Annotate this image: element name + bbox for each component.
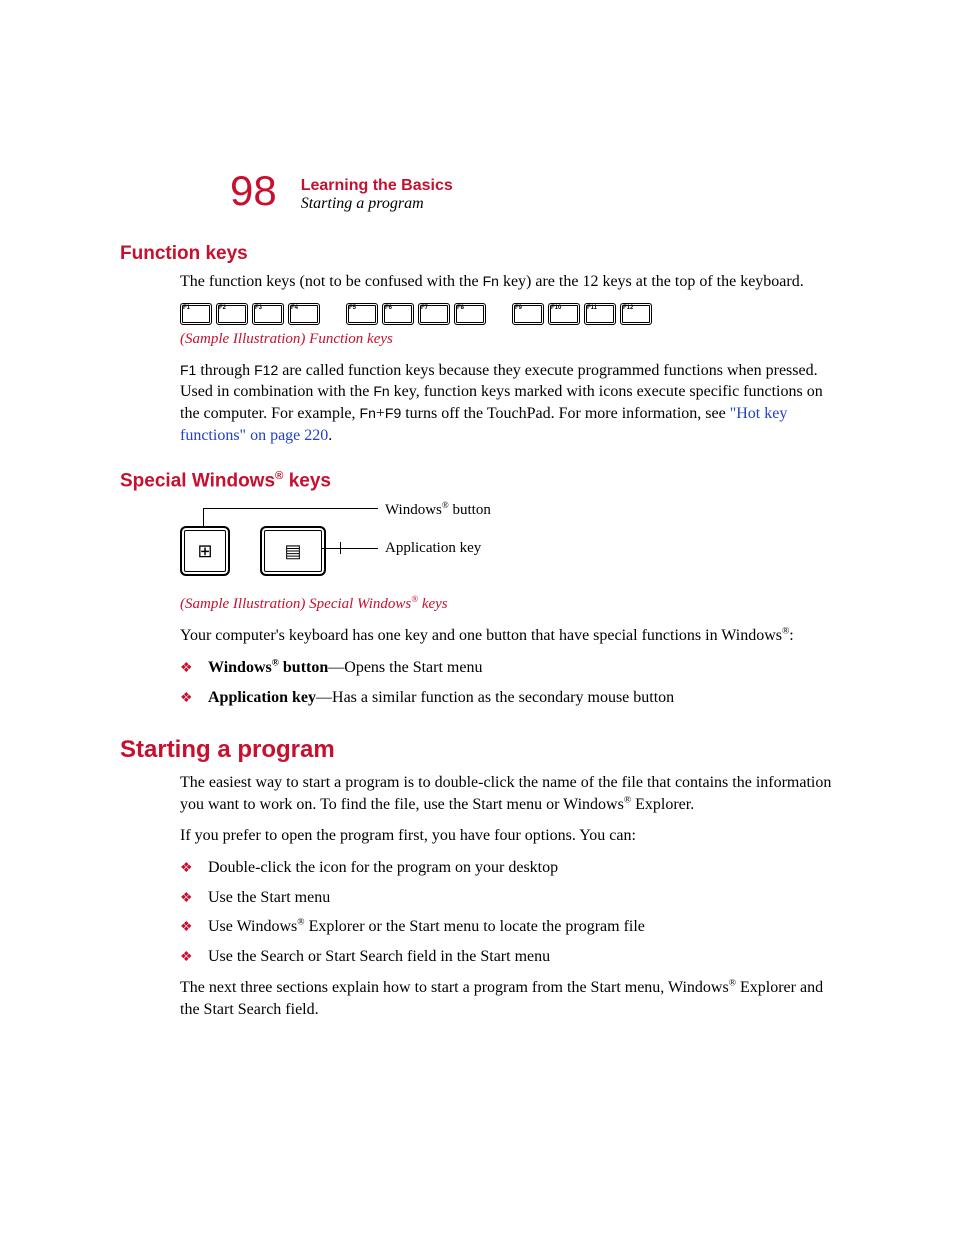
fnkeys-caption: (Sample Illustration) Function keys xyxy=(180,331,834,348)
text: F12 xyxy=(254,362,278,378)
text: key) are the 12 keys at the top of the k… xyxy=(499,273,804,290)
list-item: ❖ Use the Start menu xyxy=(180,887,834,909)
leader-line xyxy=(203,508,204,526)
text: keys xyxy=(283,470,331,491)
text: F1 xyxy=(180,362,196,378)
bullet-icon: ❖ xyxy=(180,949,193,968)
bullet-icon: ❖ xyxy=(180,690,193,709)
fn-key-text: Fn xyxy=(483,273,499,289)
page: 98 Learning the Basics Starting a progra… xyxy=(0,0,954,1131)
key-f2: F2 xyxy=(216,303,248,325)
text: Your computer's keyboard has one key and… xyxy=(180,627,782,644)
text: The function keys (not to be confused wi… xyxy=(180,273,483,290)
heading-starting-a-program: Starting a program xyxy=(120,736,834,764)
list-item: ❖ Application key—Has a similar function… xyxy=(180,687,834,709)
leader-line xyxy=(340,542,341,554)
special-keys-intro: Your computer's keyboard has one key and… xyxy=(180,625,834,647)
text: The easiest way to start a program is to… xyxy=(180,774,831,813)
running-header: 98 Learning the Basics Starting a progra… xyxy=(230,170,834,213)
bullet-icon: ❖ xyxy=(180,660,193,679)
text: button xyxy=(279,659,328,676)
function-keys-content: The function keys (not to be confused wi… xyxy=(180,271,834,446)
key-f7: F7 xyxy=(418,303,450,325)
text: Special Windows xyxy=(120,470,275,491)
list-item: ❖ Use the Search or Start Search field i… xyxy=(180,946,834,968)
text: Explorer. xyxy=(631,796,694,813)
section-running: Starting a program xyxy=(301,195,453,213)
fnkeys-intro: The function keys (not to be confused wi… xyxy=(180,271,834,293)
fnkeys-desc: F1 through F12 are called function keys … xyxy=(180,360,834,446)
start-p1: The easiest way to start a program is to… xyxy=(180,772,834,815)
windows-button-label: Windows® button xyxy=(385,500,491,519)
special-keys-content: ⊞ ▤ Windows® button Application key (Sam… xyxy=(180,498,834,708)
key-f10: F10 xyxy=(548,303,580,325)
text: Fn xyxy=(360,405,376,421)
key-f1: F1 xyxy=(180,303,212,325)
reg-mark: ® xyxy=(729,978,736,989)
list-item: ❖ Double-click the icon for the program … xyxy=(180,857,834,879)
special-keys-bullets: ❖ Windows® button—Opens the Start menu ❖… xyxy=(180,657,834,708)
text: The next three sections explain how to s… xyxy=(180,979,729,996)
text: Explorer or the Start menu to locate the… xyxy=(305,918,645,935)
key-f4: F4 xyxy=(288,303,320,325)
text: Application key xyxy=(208,689,316,706)
windows-key: ⊞ xyxy=(180,526,230,576)
key-f6: F6 xyxy=(382,303,414,325)
heading-special-windows-keys: Special Windows® keys xyxy=(120,470,834,492)
bullet-icon: ❖ xyxy=(180,890,193,909)
special-keys-caption: (Sample Illustration) Special Windows® k… xyxy=(180,594,834,613)
leader-line xyxy=(203,508,378,509)
special-keys-illustration: ⊞ ▤ Windows® button Application key xyxy=(180,498,834,588)
reg-mark: ® xyxy=(442,500,449,510)
text: button xyxy=(449,502,491,518)
key-f9: F9 xyxy=(512,303,544,325)
text: Use the Search or Start Search field in … xyxy=(208,948,550,965)
key-f12: F12 xyxy=(620,303,652,325)
bullet-icon: ❖ xyxy=(180,860,193,879)
list-item: ❖ Windows® button—Opens the Start menu xyxy=(180,657,834,679)
text: Windows xyxy=(385,502,442,518)
bullet-icon: ❖ xyxy=(180,919,193,938)
text: Double-click the icon for the program on… xyxy=(208,859,558,876)
leader-line xyxy=(322,548,378,549)
text: (Sample Illustration) Special Windows xyxy=(180,596,411,612)
starting-program-content: The easiest way to start a program is to… xyxy=(180,772,834,1020)
text: F9 xyxy=(385,405,401,421)
reg-mark: ® xyxy=(272,658,279,669)
page-number: 98 xyxy=(230,170,277,212)
reg-mark: ® xyxy=(297,917,304,928)
heading-function-keys: Function keys xyxy=(120,243,834,265)
text: keys xyxy=(418,596,448,612)
key-f11: F11 xyxy=(584,303,616,325)
text: —Has a similar function as the secondary… xyxy=(316,689,674,706)
menu-icon: ▤ xyxy=(284,541,301,562)
start-p2: If you prefer to open the program first,… xyxy=(180,825,834,847)
text: . xyxy=(328,427,332,444)
start-options-bullets: ❖ Double-click the icon for the program … xyxy=(180,857,834,967)
text: Use Windows xyxy=(208,918,297,935)
key-f5: F5 xyxy=(346,303,378,325)
text: + xyxy=(376,405,385,422)
chapter-title: Learning the Basics xyxy=(301,176,453,195)
text: Use the Start menu xyxy=(208,889,330,906)
text: —Opens the Start menu xyxy=(328,659,482,676)
function-key-illustration: F1 F2 F3 F4 F5 F6 F7 F8 F9 F10 F11 F12 xyxy=(180,303,834,325)
key-f8: F8 xyxy=(454,303,486,325)
reg-mark: ® xyxy=(624,795,631,806)
start-p3: The next three sections explain how to s… xyxy=(180,977,834,1020)
text: through xyxy=(196,362,254,379)
list-item: ❖ Use Windows® Explorer or the Start men… xyxy=(180,916,834,938)
text: turns off the TouchPad. For more informa… xyxy=(401,405,729,422)
text: Fn xyxy=(373,383,389,399)
windows-logo-icon: ⊞ xyxy=(197,541,212,562)
text: Windows xyxy=(208,659,272,676)
key-f3: F3 xyxy=(252,303,284,325)
application-key-label: Application key xyxy=(385,540,481,557)
application-key: ▤ xyxy=(260,526,326,576)
header-titles: Learning the Basics Starting a program xyxy=(301,170,453,213)
text: : xyxy=(789,627,793,644)
